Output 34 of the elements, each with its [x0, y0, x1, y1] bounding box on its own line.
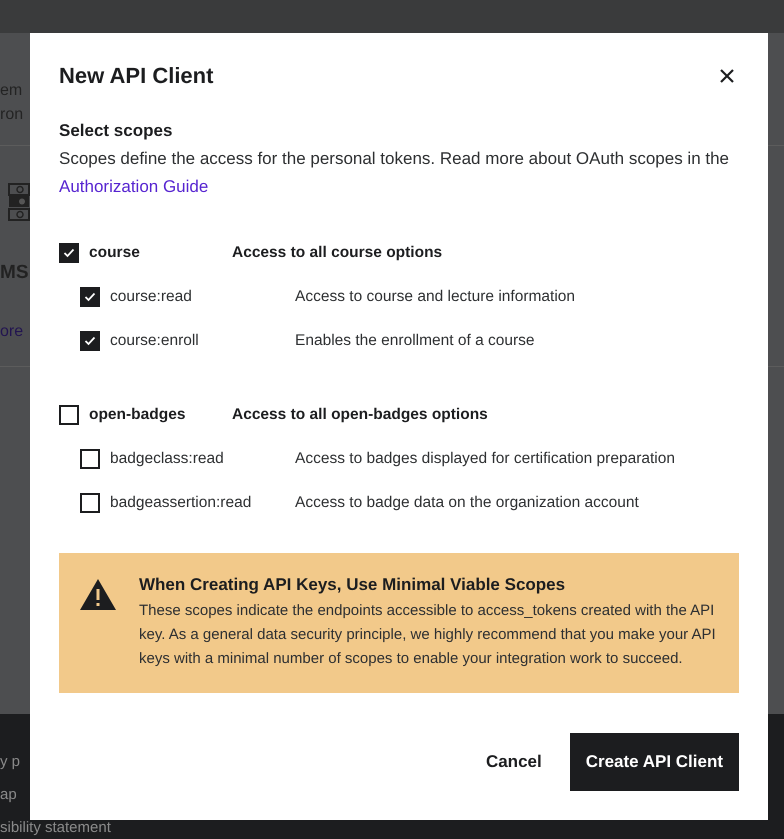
- checkmark-icon: [84, 336, 96, 346]
- footer-link[interactable]: ap: [0, 786, 17, 804]
- section-title: Select scopes: [59, 121, 174, 141]
- cancel-button[interactable]: Cancel: [478, 733, 550, 791]
- scope-name: course: [89, 244, 141, 262]
- create-button[interactable]: Create API Client: [570, 733, 739, 791]
- dialog-title: New API Client: [59, 63, 214, 89]
- scope-description: Access to course and lecture information: [295, 288, 576, 306]
- scope-description: Access to badges displayed for certification preparation: [295, 450, 676, 468]
- scope-name: open-badges: [89, 406, 186, 424]
- checkmark-icon: [63, 248, 75, 258]
- checkbox[interactable]: [59, 405, 79, 425]
- checkbox[interactable]: [80, 449, 100, 469]
- scope-name: course:read: [110, 288, 193, 306]
- warning-icon: [79, 577, 117, 611]
- circles-icon: [8, 182, 30, 222]
- scope-description: Access to all open-badges options: [232, 406, 489, 424]
- checkbox[interactable]: [80, 493, 100, 513]
- checkbox[interactable]: [80, 287, 100, 307]
- scope-name: badgeassertion:read: [110, 494, 252, 512]
- footer-link[interactable]: y p: [0, 753, 20, 771]
- scope-name: badgeclass:read: [110, 450, 225, 468]
- scope-description: Access to badge data on the organization account: [295, 494, 640, 512]
- footer-link[interactable]: sibility statement: [0, 819, 111, 837]
- intro-text: Scopes define the access for the personal tokens. Read more about OAuth scopes in the Authorization Guide: [59, 148, 730, 198]
- warning-title: When Creating API Keys, Use Minimal Viable Scopes: [139, 575, 566, 595]
- scope-description: Access to all course options: [232, 244, 444, 262]
- checkbox[interactable]: [80, 331, 100, 351]
- scope-description: Enables the enrollment of a course: [295, 332, 536, 350]
- scope-name: course:enroll: [110, 332, 200, 350]
- checkmark-icon: [84, 292, 96, 302]
- authorization-guide-link[interactable]: Authorization Guide: [59, 177, 208, 196]
- checkbox[interactable]: [59, 243, 79, 263]
- warning-text: These scopes indicate the endpoints accessible to access_tokens created with the API key. As a general data security principle, we highly recommend that you make your API keys with a minimal number of scopes to enable your integration work to succeed.: [139, 601, 717, 669]
